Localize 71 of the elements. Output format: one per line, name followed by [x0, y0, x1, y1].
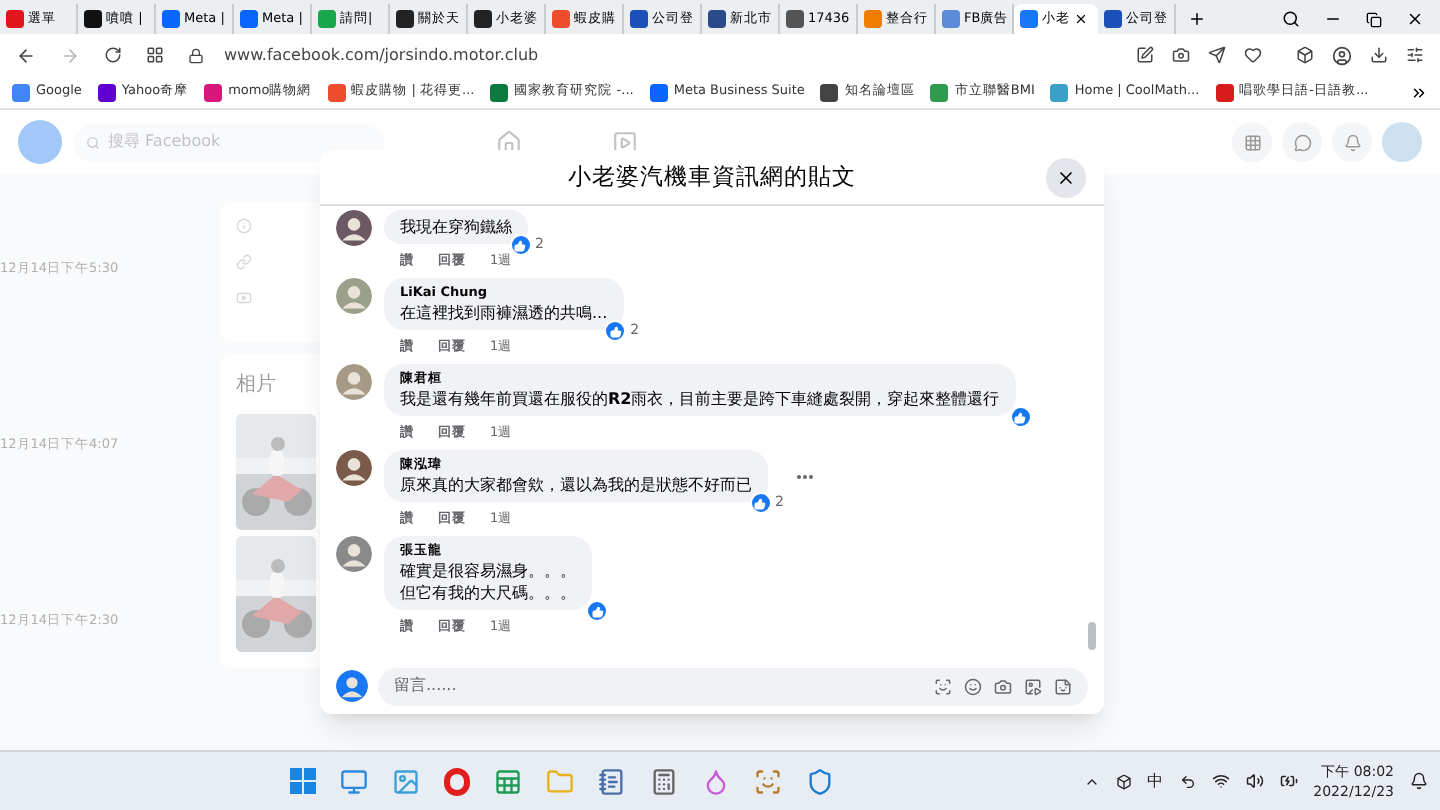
start-icon[interactable]	[289, 768, 316, 794]
dialog-title: 小老婆汽機車資訊網的貼文	[568, 159, 856, 194]
camera-icon[interactable]	[1172, 46, 1190, 64]
gif-icon[interactable]	[1024, 677, 1042, 695]
avatar-sticker-icon[interactable]	[934, 677, 952, 695]
profile-icon[interactable]	[1332, 45, 1352, 65]
reload-icon[interactable]	[104, 46, 122, 64]
more-bookmarks-icon[interactable]	[1410, 83, 1428, 101]
address-field[interactable]: www.facebook.com/jorsindo.motor.club	[224, 43, 539, 67]
header-icon[interactable]	[1232, 122, 1272, 162]
taskbar-app-icon[interactable]	[701, 767, 730, 795]
search-icon[interactable]	[1282, 10, 1300, 28]
close-icon	[1056, 168, 1076, 188]
like-icon	[1009, 406, 1032, 428]
tray-app-icon[interactable]	[1179, 773, 1196, 789]
info-icon	[236, 218, 252, 234]
like-icon	[604, 320, 627, 342]
taskbar-app-icon[interactable]	[649, 767, 678, 795]
close-button[interactable]	[1046, 158, 1086, 198]
like-icon	[586, 600, 608, 622]
edit-icon[interactable]	[1136, 46, 1154, 64]
sticker-icon[interactable]	[1054, 677, 1072, 695]
comment-text: 確實是很容易濕身。。。	[400, 560, 576, 582]
cube-icon[interactable]	[1296, 46, 1314, 64]
avatar-icon	[336, 210, 372, 246]
comment-text: 原來真的大家都會欸，還以為我的是狀態不好而已	[400, 474, 752, 496]
volume-icon[interactable]	[1245, 772, 1264, 790]
taskbar-app-icon[interactable]	[597, 767, 626, 795]
send-icon[interactable]	[1208, 46, 1226, 64]
taskbar-app-icon[interactable]	[339, 767, 368, 795]
avatar-icon	[336, 536, 372, 572]
camera-icon[interactable]	[994, 677, 1012, 695]
comment-text: 但它有我的大尺碼。。。	[400, 582, 576, 604]
new-tab-icon[interactable]	[1188, 10, 1206, 28]
header-icon[interactable]	[1332, 122, 1372, 162]
comment-text: 我現在穿狗鐵絲	[400, 216, 512, 238]
like-icon	[509, 234, 532, 256]
avatar-icon	[336, 364, 372, 400]
speed-dial-icon[interactable]	[146, 46, 164, 64]
video-icon	[236, 290, 252, 306]
taskbar-app-icon[interactable]	[805, 767, 834, 795]
emoji-icon[interactable]	[964, 677, 982, 695]
wifi-icon[interactable]	[1211, 772, 1230, 790]
restore-icon[interactable]	[1366, 11, 1382, 27]
heart-icon[interactable]	[1244, 46, 1262, 64]
battery-icon[interactable]	[1279, 772, 1298, 790]
tray-app-icon[interactable]	[1115, 773, 1132, 789]
avatar-icon	[336, 278, 372, 314]
settings-icon[interactable]	[1406, 46, 1424, 64]
like-icon	[749, 492, 772, 514]
lock-icon	[188, 47, 204, 63]
comment-text: 在這裡找到雨褲濕透的共鳴...	[400, 302, 608, 324]
comment-field[interactable]: 留言......	[378, 667, 1088, 705]
taskbar-app-icon[interactable]	[493, 767, 522, 795]
download-icon[interactable]	[1370, 46, 1388, 64]
back-icon[interactable]	[16, 45, 36, 65]
taskbar-app-icon[interactable]	[753, 767, 782, 795]
ellipsis-icon	[795, 473, 813, 479]
comment-text: 我是還有幾年前買還在服役的R2雨衣，目前主要是跨下車縫處裂開，穿起來整體還行	[400, 388, 1000, 410]
header-icon[interactable]	[1282, 122, 1322, 162]
notification-icon[interactable]	[1410, 772, 1428, 790]
scrollbar-thumb[interactable]	[1088, 622, 1096, 650]
close-icon[interactable]	[1406, 10, 1424, 28]
link-icon	[236, 254, 252, 270]
avatar-icon	[336, 450, 372, 486]
close-icon[interactable]	[1074, 12, 1088, 26]
input-method-indicator[interactable]: 中	[1147, 769, 1164, 793]
taskbar-app-icon[interactable]	[443, 767, 470, 795]
search-icon	[86, 135, 100, 149]
section-title: 相片	[236, 371, 278, 400]
avatar-icon	[336, 670, 368, 702]
